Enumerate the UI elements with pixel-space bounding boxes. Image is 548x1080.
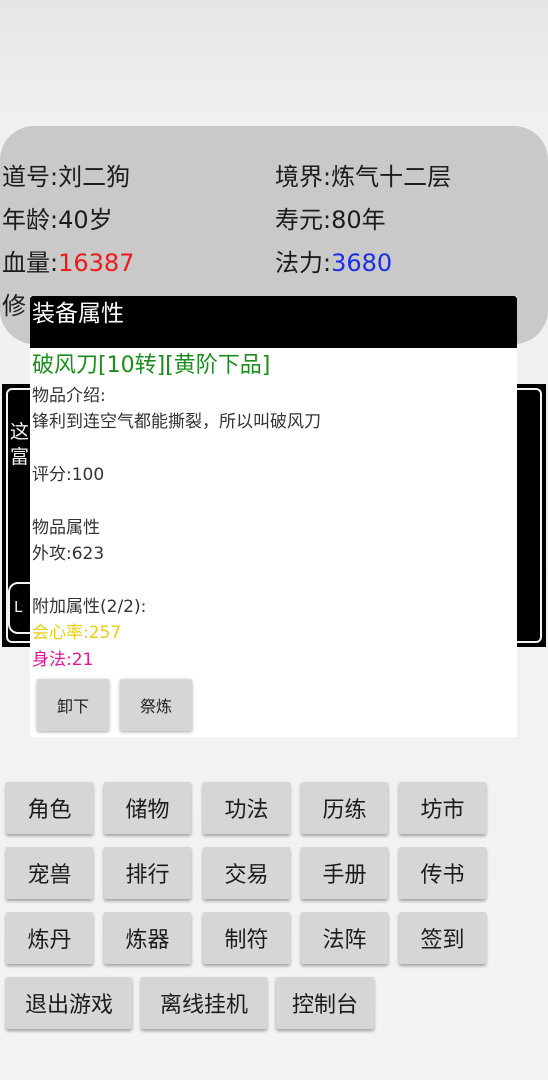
item-name: 破风刀[10转][黄阶下品] [32, 353, 271, 378]
unequip-button[interactable]: 卸下 [37, 679, 109, 731]
dialog-header: 装备属性 [30, 296, 517, 348]
mp-stat: 法力:3680 [275, 248, 392, 278]
menu-button-row3-1[interactable]: 炼丹 [6, 912, 93, 964]
game-screen: 道号:刘二狗 境界:炼气十二层 年龄:40岁 寿元:80年 血量:16387 法… [0, 0, 548, 1080]
lifespan-stat: 寿元:80年 [275, 206, 386, 234]
age-stat: 年龄:40岁 [2, 206, 113, 234]
item-extra-crit-rate: 会心率:257 [32, 623, 122, 643]
event-text-line1: 这 [10, 421, 30, 443]
menu-button-row2-3[interactable]: 交易 [203, 847, 290, 899]
refine-button[interactable]: 祭炼 [120, 679, 192, 731]
item-intro-text: 锋利到连空气都能撕裂，所以叫破风刀 [32, 412, 321, 432]
item-extra-attr-label: 附加属性(2/2): [32, 597, 147, 617]
menu-button-row1-4[interactable]: 历练 [301, 782, 388, 834]
menu-button-row4-1[interactable]: 退出游戏 [6, 977, 132, 1029]
menu-button-row2-1[interactable]: 宠兽 [6, 847, 93, 899]
menu-button-row3-3[interactable]: 制符 [203, 912, 290, 964]
equipment-attributes-dialog: 装备属性 破风刀[10转][黄阶下品] 物品介绍: 锋利到连空气都能撕裂，所以叫… [30, 296, 517, 737]
hp-stat: 血量:16387 [2, 248, 134, 278]
item-extra-agility: 身法:21 [32, 650, 94, 670]
item-intro-label: 物品介绍: [32, 386, 106, 406]
menu-button-row2-4[interactable]: 手册 [301, 847, 388, 899]
hp-label: 血量: [2, 249, 59, 277]
item-attr-label: 物品属性 [32, 518, 100, 538]
item-score: 评分:100 [32, 465, 105, 485]
hp-value: 16387 [58, 249, 135, 277]
mp-value: 3680 [331, 249, 393, 277]
menu-button-row1-2[interactable]: 储物 [104, 782, 191, 834]
dialog-title: 装备属性 [32, 301, 124, 327]
menu-button-row2-2[interactable]: 排行 [104, 847, 191, 899]
dao-name-stat: 道号:刘二狗 [2, 163, 131, 191]
menu-button-row1-1[interactable]: 角色 [6, 782, 93, 834]
menu-button-row4-3[interactable]: 控制台 [276, 977, 374, 1029]
menu-button-row1-3[interactable]: 功法 [203, 782, 290, 834]
menu-button-row4-2[interactable]: 离线挂机 [141, 977, 267, 1029]
menu-button-row3-2[interactable]: 炼器 [104, 912, 191, 964]
realm-stat: 境界:炼气十二层 [275, 163, 452, 191]
menu-button-row3-4[interactable]: 法阵 [301, 912, 388, 964]
item-outer-attack: 外攻:623 [32, 544, 105, 564]
menu-button-row2-5[interactable]: 传书 [399, 847, 486, 899]
cultivation-stat: 修 [2, 292, 26, 320]
menu-button-row1-5[interactable]: 坊市 [399, 782, 486, 834]
menu-button-row3-5[interactable]: 签到 [399, 912, 486, 964]
event-text-line2: 富 [10, 446, 30, 468]
mp-label: 法力: [275, 249, 332, 277]
